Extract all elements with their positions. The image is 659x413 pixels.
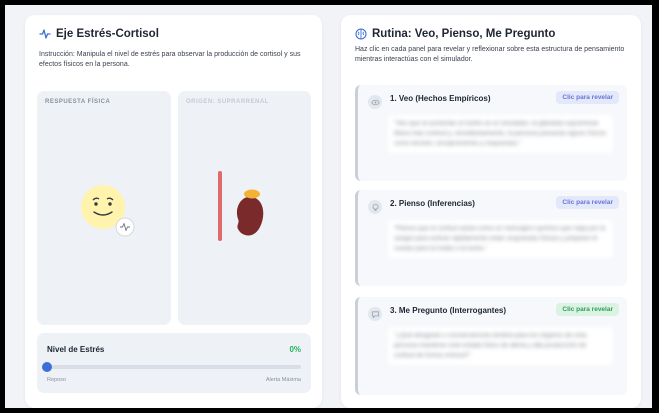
step-wonder-text: "¿Qué desgaste o consecuencias tendría p… (388, 327, 613, 365)
step-see-panel[interactable]: 1. Veo (Hechos Empíricos) Clic para reve… (355, 85, 627, 181)
brain-icon (355, 28, 367, 40)
physical-response-panel: RESPUESTA FÍSICA (37, 91, 171, 325)
step-think-title: 2. Pienso (Inferencias) (390, 199, 475, 208)
face-avatar (81, 185, 135, 237)
right-title-row: Rutina: Veo, Pienso, Me Pregunto (355, 28, 555, 40)
stress-cortisol-card: Eje Estrés-Cortisol Instrucción: Manipul… (25, 15, 322, 408)
step-think-text: "Pienso que el cortisol actúa como un me… (388, 220, 613, 258)
stress-slider-thumb[interactable] (42, 362, 52, 372)
adrenal-gland-graphic (218, 171, 264, 241)
right-title: Rutina: Veo, Pienso, Me Pregunto (372, 28, 556, 40)
instruction-text: Instrucción: Manipula el nivel de estrés… (39, 51, 301, 68)
slider-min-label: Reposo (47, 377, 66, 383)
slider-max-label: Alerta Máxima (265, 377, 301, 383)
physical-response-label: RESPUESTA FÍSICA (45, 99, 111, 105)
stress-level-box: Nivel de Estrés 0% Reposo Alerta Máxima (37, 333, 311, 393)
lightbulb-icon (368, 200, 382, 214)
stress-slider-track[interactable] (47, 365, 301, 369)
thinking-routine-card: Rutina: Veo, Pienso, Me Pregunto Haz cli… (341, 15, 641, 408)
eye-icon (368, 95, 382, 109)
routine-subtitle: Haz clic en cada panel para revelar y re… (355, 46, 625, 63)
app-window: Eje Estrés-Cortisol Instrucción: Manipul… (5, 5, 652, 408)
left-title-row: Eje Estrés-Cortisol (39, 28, 159, 40)
reveal-button-wonder[interactable]: Clic para revelar (556, 303, 619, 316)
adrenal-origin-panel: ORIGEN: SUPRARRENAL (178, 91, 311, 325)
step-think-panel[interactable]: 2. Pienso (Inferencias) Clic para revela… (355, 190, 627, 286)
step-wonder-panel[interactable]: 3. Me Pregunto (Interrogantes) Clic para… (355, 297, 627, 395)
step-wonder-title: 3. Me Pregunto (Interrogantes) (390, 306, 507, 315)
stress-label: Nivel de Estrés (47, 345, 105, 354)
reveal-button-think[interactable]: Clic para revelar (556, 196, 619, 209)
adrenal-origin-label: ORIGEN: SUPRARRENAL (186, 99, 269, 105)
stress-value: 0% (289, 345, 301, 354)
reveal-button-see[interactable]: Clic para revelar (556, 91, 619, 104)
step-see-text: "Veo que al aumentar el estrés en el sim… (388, 115, 613, 153)
left-title: Eje Estrés-Cortisol (56, 28, 159, 40)
step-see-title: 1. Veo (Hechos Empíricos) (390, 94, 491, 103)
chat-icon (368, 307, 382, 321)
pulse-icon (39, 29, 51, 39)
